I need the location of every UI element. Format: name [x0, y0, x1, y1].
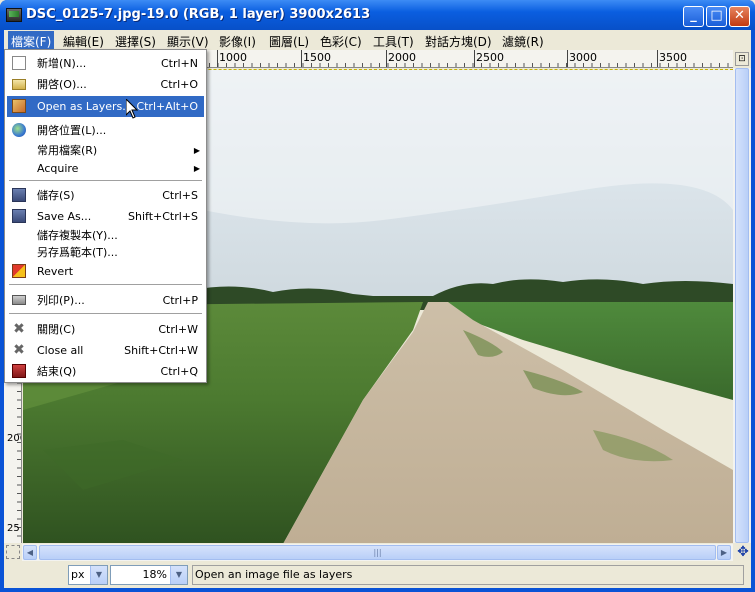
menu-item-save-template[interactable]: 另存爲範本(T)...: [7, 242, 204, 263]
scroll-right-arrow[interactable]: ▶: [717, 545, 731, 560]
menu-item-label: 另存爲範本(T)...: [37, 246, 118, 259]
menu-item-shortcut: Shift+Ctrl+W: [124, 344, 198, 357]
menu-filters[interactable]: 濾鏡(R): [502, 33, 544, 50]
ruler-label: 25: [7, 523, 20, 534]
horizontal-scroll-thumb[interactable]: |||: [39, 545, 716, 560]
menu-bar: 檔案(F) 編輯(E) 選擇(S) 顯示(V) 影像(I) 圖層(L) 色彩(C…: [4, 30, 751, 52]
menu-edit[interactable]: 編輯(E): [63, 33, 104, 50]
window-title: DSC_0125-7.jpg-19.0 (RGB, 1 layer) 3900x…: [26, 7, 371, 22]
gimp-app-icon: [6, 8, 22, 22]
menu-item-quit[interactable]: 結束(Q) Ctrl+Q: [7, 361, 204, 382]
revert-icon: [12, 264, 26, 278]
menu-item-label: Open as Layers...: [37, 100, 133, 113]
menu-item-label: 列印(P)...: [37, 294, 85, 307]
menu-item-label: 開啓(O)...: [37, 78, 87, 91]
zoom-value: 18%: [142, 568, 167, 581]
save-as-icon: [12, 209, 26, 223]
ruler-label: 1000: [219, 51, 247, 64]
menu-item-open-as-layers[interactable]: Open as Layers... Ctrl+Alt+O: [7, 96, 204, 117]
menu-item-shortcut: Ctrl+O: [160, 78, 198, 91]
quick-mask-toggle[interactable]: [6, 545, 20, 559]
menu-item-label: 結束(Q): [37, 365, 77, 378]
ruler-label: 3500: [659, 51, 687, 64]
status-message: Open an image file as layers: [192, 565, 744, 585]
scroll-left-arrow[interactable]: ◀: [23, 545, 37, 560]
menu-item-print[interactable]: 列印(P)... Ctrl+P: [7, 290, 204, 311]
vertical-scrollbar[interactable]: [733, 68, 751, 543]
menu-item-label: Save As...: [37, 210, 92, 223]
menu-item-save-as[interactable]: Save As... Shift+Ctrl+S: [7, 206, 204, 227]
minimize-button[interactable]: _: [683, 6, 704, 27]
save-icon: [12, 188, 26, 202]
ruler-label: 1500: [303, 51, 331, 64]
menu-colors[interactable]: 色彩(C): [320, 33, 362, 50]
menu-item-shortcut: Ctrl+S: [162, 189, 198, 202]
ruler-label: 2500: [476, 51, 504, 64]
navigate-icon[interactable]: ✥: [735, 544, 751, 560]
close-x-icon: ✖: [13, 321, 25, 337]
menu-select[interactable]: 選擇(S): [115, 33, 156, 50]
title-bar[interactable]: DSC_0125-7.jpg-19.0 (RGB, 1 layer) 3900x…: [0, 0, 755, 30]
menu-item-open-location[interactable]: 開啓位置(L)...: [7, 120, 204, 141]
menu-dialogs[interactable]: 對話方塊(D): [425, 33, 492, 50]
menu-image[interactable]: 影像(I): [219, 33, 256, 50]
status-bar: px ▼ 18% ▼ Open an image file as layers: [4, 562, 751, 588]
horizontal-scrollbar[interactable]: ◀ ||| ▶: [22, 544, 733, 561]
quit-icon: [12, 364, 26, 378]
menu-item-label: 儲存(S): [37, 189, 75, 202]
menu-item-new[interactable]: 新增(N)... Ctrl+N: [7, 53, 204, 74]
menu-item-open[interactable]: 開啓(O)... Ctrl+O: [7, 74, 204, 95]
menu-item-shortcut: Ctrl+Alt+O: [136, 100, 198, 113]
zoom-image-icon[interactable]: ⊡: [735, 52, 749, 66]
menu-item-acquire[interactable]: Acquire ▶: [7, 158, 204, 179]
menu-item-label: Revert: [37, 265, 74, 278]
ruler-label: 2000: [7, 433, 21, 444]
menu-separator: [9, 180, 202, 181]
new-document-icon: [12, 56, 26, 70]
ruler-label: 3000: [569, 51, 597, 64]
globe-icon: [12, 123, 26, 137]
menu-separator: [9, 284, 202, 285]
unit-selector[interactable]: px ▼: [68, 565, 108, 585]
menu-item-label: Close all: [37, 344, 84, 357]
menu-layer[interactable]: 圖層(L): [269, 33, 309, 50]
menu-view[interactable]: 顯示(V): [167, 33, 209, 50]
menu-item-revert[interactable]: Revert: [7, 261, 204, 282]
menu-item-close-all[interactable]: ✖ Close all Shift+Ctrl+W: [7, 340, 204, 361]
menu-separator: [9, 313, 202, 314]
menu-item-shortcut: Ctrl+Q: [160, 365, 198, 378]
menu-tools[interactable]: 工具(T): [373, 33, 414, 50]
menu-item-label: Acquire: [37, 162, 79, 175]
menu-item-label: 關閉(C): [37, 323, 76, 336]
ruler-label: 2000: [388, 51, 416, 64]
menu-item-shortcut: Ctrl+N: [160, 57, 198, 70]
menu-item-shortcut: Ctrl+W: [158, 323, 198, 336]
vertical-scroll-thumb[interactable]: [735, 68, 749, 543]
print-icon: [12, 295, 26, 305]
submenu-arrow-icon: ▶: [193, 164, 200, 173]
menu-item-close[interactable]: ✖ 關閉(C) Ctrl+W: [7, 319, 204, 340]
chevron-down-icon: ▼: [90, 566, 107, 584]
open-layers-icon: [12, 99, 26, 113]
close-all-icon: ✖: [13, 342, 25, 358]
menu-item-label: 開啓位置(L)...: [37, 124, 107, 137]
zoom-selector[interactable]: 18% ▼: [110, 565, 188, 585]
menu-item-label: 新增(N)...: [37, 57, 87, 70]
menu-item-shortcut: Shift+Ctrl+S: [128, 210, 198, 223]
bottom-scroll-row: ◀ ||| ▶ ✥: [4, 543, 751, 561]
chevron-down-icon: ▼: [170, 566, 187, 584]
maximize-button[interactable]: □: [706, 6, 727, 27]
open-folder-icon: [12, 79, 26, 90]
menu-item-save[interactable]: 儲存(S) Ctrl+S: [7, 185, 204, 206]
unit-value: px: [71, 568, 85, 581]
menu-item-shortcut: Ctrl+P: [162, 294, 198, 307]
close-button[interactable]: ✕: [729, 6, 750, 27]
file-menu-dropdown: 新增(N)... Ctrl+N 開啓(O)... Ctrl+O Open as …: [4, 49, 207, 383]
